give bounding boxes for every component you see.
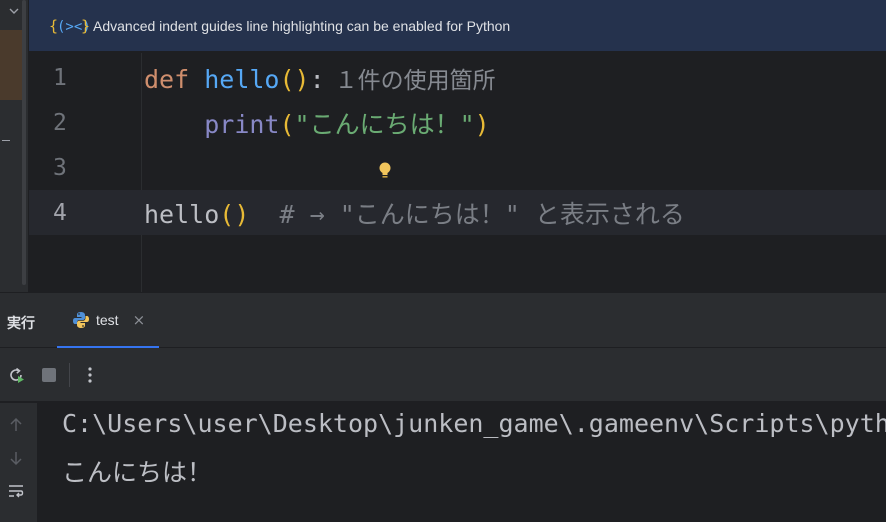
code-line-2[interactable]: 2 print("こんにちは！") [29, 100, 886, 145]
close-icon[interactable]: × [133, 311, 146, 329]
run-tool-window-header: 実行 test × [0, 292, 886, 348]
code-line-4[interactable]: 4 hello() # → "こんにちは！" と表示される [29, 190, 886, 235]
soft-wrap-icon[interactable] [7, 482, 25, 500]
keyword-def: def [144, 64, 190, 94]
vertical-scrollbar[interactable] [22, 0, 26, 285]
builtin-print: print [204, 109, 280, 139]
line-number: 2 [53, 109, 67, 136]
console-side-toolbar [0, 403, 38, 522]
code-line-3[interactable]: 3 [29, 145, 886, 190]
stop-icon[interactable] [39, 365, 59, 385]
console-line: C:\Users\user\Desktop\junken_game\.gamee… [62, 409, 886, 438]
line-number: 3 [53, 154, 67, 181]
function-call: hello [144, 199, 220, 229]
toolbar-separator [69, 363, 70, 387]
code-comment: # → "こんにちは！" と表示される [249, 199, 685, 229]
lightbulb-icon[interactable] [378, 161, 392, 181]
svg-text:}: } [81, 17, 89, 35]
code-editor[interactable]: 1 def hello(): １件の使用箇所 2 print("こんにちは！") … [29, 53, 886, 292]
rerun-icon[interactable] [6, 365, 26, 385]
chevron-down-icon[interactable] [9, 6, 19, 16]
run-toolbar [0, 348, 886, 402]
run-console-output[interactable]: C:\Users\user\Desktop\junken_game\.gamee… [38, 403, 886, 522]
function-name: hello [204, 64, 280, 94]
run-panel-title: 実行 [7, 315, 35, 331]
run-tab-test[interactable]: test × [57, 293, 159, 348]
more-vertical-icon[interactable] [80, 365, 100, 385]
line-number: 4 [53, 199, 67, 226]
console-line: こんにちは！ [62, 458, 213, 487]
arrow-up-icon[interactable] [7, 416, 25, 434]
run-tab-label: test [96, 311, 119, 328]
code-line-1[interactable]: 1 def hello(): １件の使用箇所 [29, 55, 886, 100]
notification-banner: { (><) } Advanced indent guides line hig… [29, 0, 886, 52]
usages-hint[interactable]: １件の使用箇所 [335, 68, 496, 94]
string-literal: "こんにちは！" [294, 109, 475, 139]
python-icon [73, 311, 89, 328]
line-number: 1 [53, 64, 67, 91]
arrow-down-icon[interactable] [7, 449, 25, 467]
project-panel-strip [0, 0, 29, 292]
tree-collapse-mark [2, 140, 10, 141]
indent-guides-icon: { (><) } [49, 17, 89, 35]
banner-text: Advanced indent guides line highlighting… [93, 17, 511, 34]
